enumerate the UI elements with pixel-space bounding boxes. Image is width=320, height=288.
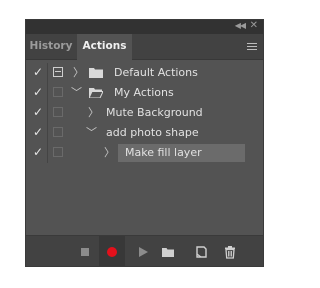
action-label: Mute Background — [106, 106, 203, 119]
trash-icon[interactable] — [223, 245, 237, 259]
action-label: add photo shape — [106, 126, 199, 139]
chevron-right-icon[interactable]: 〉 — [73, 63, 84, 83]
tab-history[interactable]: History — [26, 34, 76, 59]
panel-menu-icon[interactable] — [247, 43, 257, 51]
collapse-icon[interactable]: ◀◀ — [235, 21, 246, 30]
toggle-checkmark-icon[interactable]: ✓ — [31, 105, 45, 119]
action-row-my-actions[interactable]: ✓ ﹀ My Actions — [26, 83, 263, 103]
chevron-down-icon[interactable]: ﹀ — [71, 83, 82, 103]
chevron-right-icon[interactable]: 〉 — [88, 103, 99, 123]
action-row-default-actions[interactable]: ✓ 〉 Default Actions — [26, 63, 263, 83]
command-label: Make fill layer — [125, 146, 202, 159]
dialog-toggle-icon[interactable] — [53, 107, 63, 117]
folder-icon[interactable] — [161, 245, 175, 259]
actions-footer-toolbar — [26, 235, 263, 266]
toggle-checkmark-icon[interactable]: ✓ — [31, 85, 45, 99]
action-set-label: My Actions — [114, 86, 174, 99]
toggle-checkmark-icon[interactable]: ✓ — [31, 125, 45, 139]
tab-actions[interactable]: Actions — [77, 34, 132, 60]
chevron-right-icon[interactable]: 〉 — [104, 143, 115, 163]
folder-open-icon — [89, 88, 103, 98]
dialog-toggle-icon[interactable] — [53, 87, 63, 97]
toggle-checkmark-icon[interactable]: ✓ — [31, 65, 45, 79]
stop-icon[interactable] — [78, 245, 92, 259]
action-row-add-photo-shape[interactable]: ✓ ﹀ add photo shape — [26, 123, 263, 143]
action-row-mute-background[interactable]: ✓ 〉 Mute Background — [26, 103, 263, 123]
dialog-toggle-icon[interactable] — [53, 127, 63, 137]
action-set-label: Default Actions — [114, 66, 198, 79]
new-action-icon[interactable] — [194, 245, 208, 259]
panel-title-bar: ◀◀ ✕ — [26, 20, 263, 34]
folder-icon — [89, 68, 103, 78]
dialog-toggle-icon[interactable] — [53, 147, 63, 157]
dialog-toggle-icon[interactable] — [53, 67, 63, 77]
action-row-make-fill-layer[interactable]: ✓ 〉 Make fill layer — [26, 143, 263, 163]
tab-bar: History Actions — [26, 34, 263, 60]
play-icon[interactable] — [136, 245, 150, 259]
toggle-checkmark-icon[interactable]: ✓ — [31, 145, 45, 159]
chevron-down-icon[interactable]: ﹀ — [86, 123, 97, 143]
actions-list: ✓ 〉 Default Actions ✓ ﹀ My Actions ✓ 〉 M… — [26, 63, 263, 163]
actions-panel: ◀◀ ✕ History Actions ✓ 〉 Default Actions… — [25, 19, 264, 267]
close-icon[interactable]: ✕ — [250, 20, 258, 31]
record-icon[interactable] — [105, 245, 119, 259]
